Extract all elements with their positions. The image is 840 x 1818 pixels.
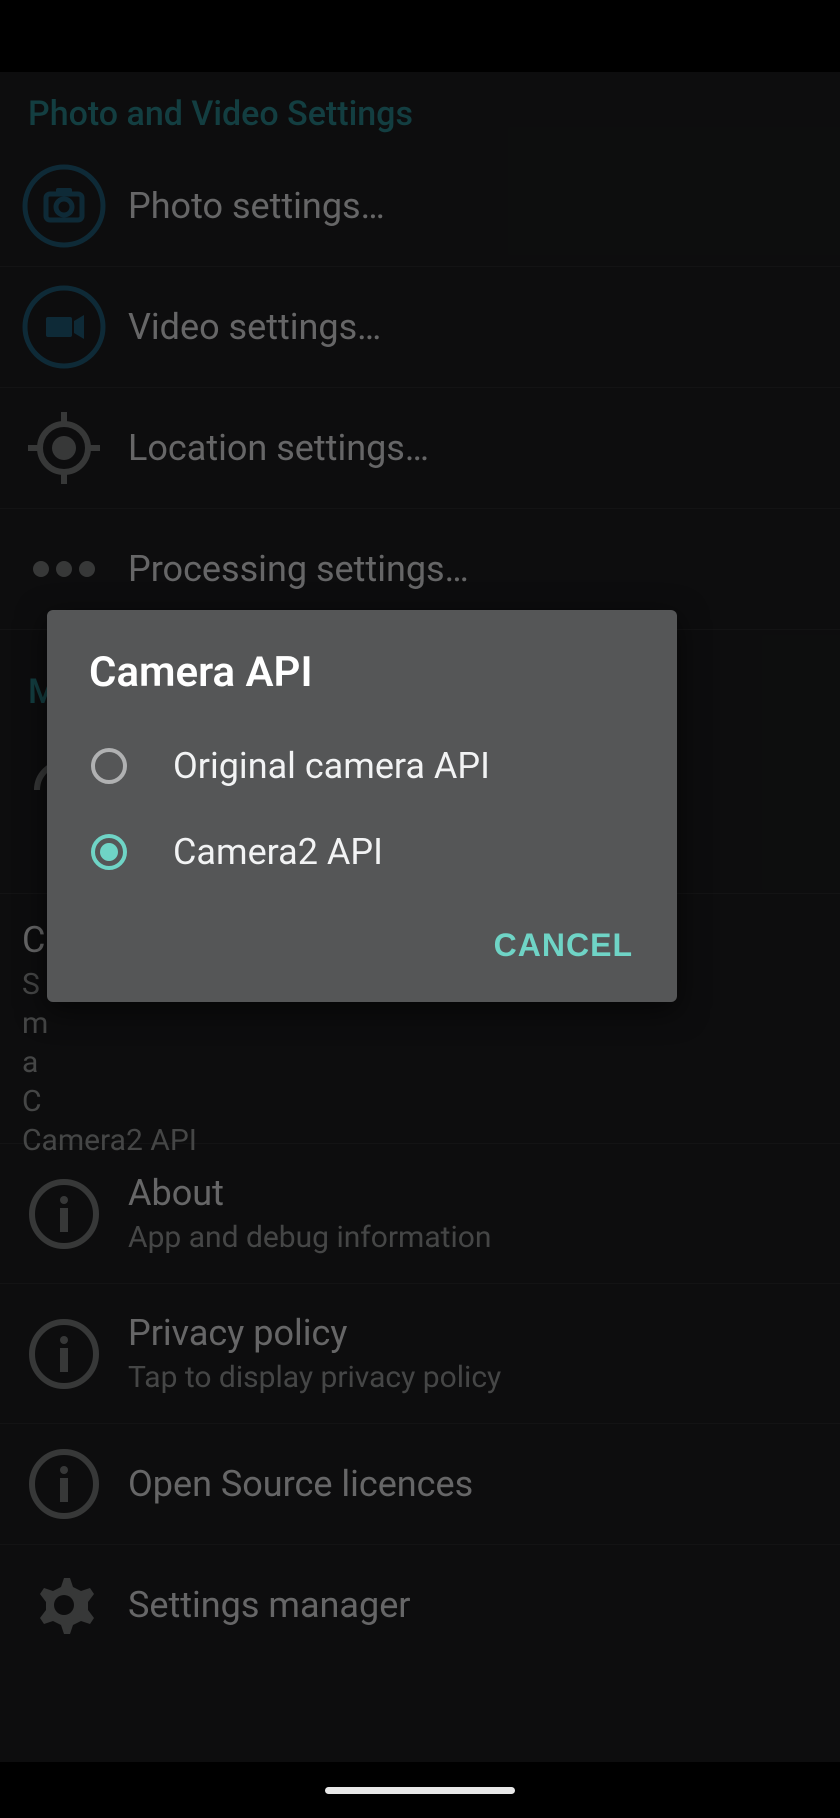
radio-option-camera2-api[interactable]: Camera2 API (47, 809, 677, 895)
radio-checked-icon (89, 832, 129, 872)
radio-label: Original camera API (173, 745, 490, 787)
dialog-title: Camera API (47, 610, 677, 723)
radio-option-original-api[interactable]: Original camera API (47, 723, 677, 809)
camera-api-dialog: Camera API Original camera API Camera2 A… (47, 610, 677, 1002)
navigation-bar (0, 1762, 840, 1818)
cancel-button[interactable]: CANCEL (480, 917, 647, 974)
radio-label: Camera2 API (173, 831, 383, 873)
radio-unchecked-icon (89, 746, 129, 786)
home-indicator[interactable] (325, 1787, 515, 1794)
